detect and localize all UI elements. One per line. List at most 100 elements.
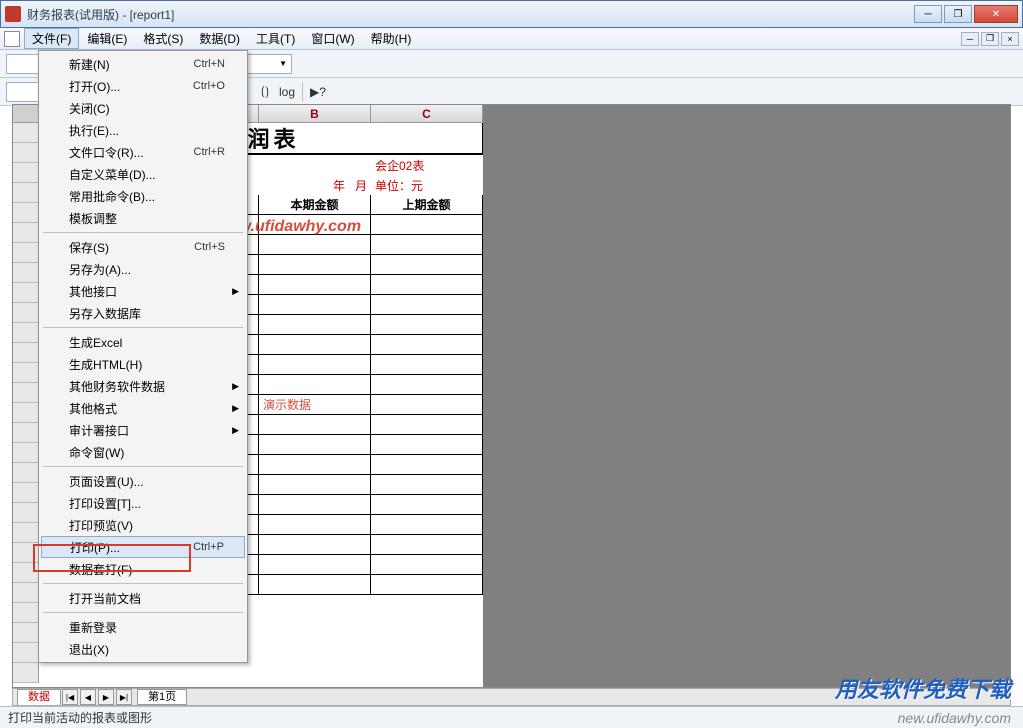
mdi-restore[interactable]: ❐ bbox=[981, 32, 999, 46]
menu-item[interactable]: 打开(O)...Ctrl+O bbox=[41, 75, 245, 97]
cell[interactable] bbox=[371, 555, 483, 575]
menu-file[interactable]: 文件(F) bbox=[24, 28, 79, 49]
row-header[interactable] bbox=[13, 483, 38, 503]
cell[interactable] bbox=[371, 215, 483, 235]
help-pointer-button[interactable]: ▶? bbox=[307, 82, 329, 102]
menu-edit[interactable]: 编辑(E) bbox=[79, 28, 135, 49]
row-header[interactable] bbox=[13, 343, 38, 363]
menu-item[interactable]: 其他财务软件数据▶ bbox=[41, 375, 245, 397]
mdi-minimize[interactable]: ─ bbox=[961, 32, 979, 46]
row-header[interactable] bbox=[13, 143, 38, 163]
cell[interactable] bbox=[371, 455, 483, 475]
cell[interactable] bbox=[259, 235, 371, 255]
menu-item[interactable]: 打印(P)...Ctrl+P bbox=[41, 536, 245, 558]
cell[interactable] bbox=[259, 455, 371, 475]
mdi-close[interactable]: × bbox=[1001, 32, 1019, 46]
cell[interactable] bbox=[371, 275, 483, 295]
menu-item[interactable]: 文件口令(R)...Ctrl+R bbox=[41, 141, 245, 163]
menu-item[interactable]: 生成Excel bbox=[41, 331, 245, 353]
cell[interactable] bbox=[371, 535, 483, 555]
cell[interactable] bbox=[371, 475, 483, 495]
cell[interactable] bbox=[259, 295, 371, 315]
menu-item[interactable]: 审计署接口▶ bbox=[41, 419, 245, 441]
menu-item[interactable]: 另存入数据库 bbox=[41, 302, 245, 324]
row-header[interactable] bbox=[13, 323, 38, 343]
row-header[interactable] bbox=[13, 443, 38, 463]
menu-data[interactable]: 数据(D) bbox=[191, 28, 248, 49]
cell[interactable] bbox=[371, 575, 483, 595]
tab-page1[interactable]: 第1页 bbox=[137, 689, 187, 705]
cell[interactable] bbox=[371, 295, 483, 315]
menu-item[interactable]: 命令窗(W) bbox=[41, 441, 245, 463]
menu-format[interactable]: 格式(S) bbox=[135, 28, 191, 49]
menu-item[interactable]: 其他接口▶ bbox=[41, 280, 245, 302]
menu-item[interactable]: 另存为(A)... bbox=[41, 258, 245, 280]
row-header[interactable] bbox=[13, 223, 38, 243]
cell[interactable] bbox=[259, 215, 371, 235]
cell[interactable] bbox=[371, 255, 483, 275]
menu-item[interactable]: 数据套打(F) bbox=[41, 558, 245, 580]
menu-item[interactable]: 重新登录 bbox=[41, 616, 245, 638]
nav-last[interactable]: ▶| bbox=[116, 689, 132, 705]
row-header[interactable] bbox=[13, 163, 38, 183]
row-header[interactable] bbox=[13, 363, 38, 383]
cell[interactable] bbox=[259, 275, 371, 295]
menu-item[interactable]: 页面设置(U)... bbox=[41, 470, 245, 492]
row-header[interactable] bbox=[13, 603, 38, 623]
menu-item[interactable]: 打印设置[T]... bbox=[41, 492, 245, 514]
menu-tools[interactable]: 工具(T) bbox=[248, 28, 303, 49]
corner-cell[interactable] bbox=[13, 105, 39, 123]
log-button[interactable]: log bbox=[276, 82, 298, 102]
tab-data[interactable]: 数据 bbox=[17, 689, 61, 705]
cell[interactable] bbox=[259, 435, 371, 455]
paren-button[interactable]: ⟮⟯ bbox=[254, 82, 276, 102]
row-header[interactable] bbox=[13, 203, 38, 223]
menu-item[interactable]: 生成HTML(H) bbox=[41, 353, 245, 375]
row-header[interactable] bbox=[13, 243, 38, 263]
menu-item[interactable]: 打开当前文档 bbox=[41, 587, 245, 609]
cell[interactable] bbox=[259, 375, 371, 395]
row-header[interactable] bbox=[13, 383, 38, 403]
menu-item[interactable]: 打印预览(V) bbox=[41, 514, 245, 536]
row-header[interactable] bbox=[13, 543, 38, 563]
cell[interactable] bbox=[371, 235, 483, 255]
close-button[interactable]: ✕ bbox=[974, 5, 1018, 23]
row-header[interactable] bbox=[13, 663, 38, 683]
cell[interactable] bbox=[259, 415, 371, 435]
cell[interactable] bbox=[259, 475, 371, 495]
nav-prev[interactable]: ◀ bbox=[80, 689, 96, 705]
row-header[interactable] bbox=[13, 463, 38, 483]
cell[interactable]: 演示数据 bbox=[259, 395, 371, 415]
cell[interactable] bbox=[259, 255, 371, 275]
nav-next[interactable]: ▶ bbox=[98, 689, 114, 705]
cell[interactable] bbox=[259, 315, 371, 335]
cell[interactable] bbox=[371, 415, 483, 435]
row-header[interactable] bbox=[13, 523, 38, 543]
row-header[interactable] bbox=[13, 623, 38, 643]
menu-item[interactable]: 模板调整 bbox=[41, 207, 245, 229]
menu-item[interactable]: 其他格式▶ bbox=[41, 397, 245, 419]
row-header[interactable] bbox=[13, 583, 38, 603]
row-header[interactable] bbox=[13, 563, 38, 583]
maximize-button[interactable]: ❐ bbox=[944, 5, 972, 23]
cell[interactable] bbox=[259, 535, 371, 555]
cell[interactable] bbox=[371, 515, 483, 535]
cell[interactable] bbox=[259, 355, 371, 375]
cell[interactable] bbox=[371, 355, 483, 375]
row-header[interactable] bbox=[13, 503, 38, 523]
col-header-c[interactable]: C bbox=[371, 105, 483, 122]
minimize-button[interactable]: ─ bbox=[914, 5, 942, 23]
cell[interactable] bbox=[259, 515, 371, 535]
cell[interactable] bbox=[259, 575, 371, 595]
menu-item[interactable]: 退出(X) bbox=[41, 638, 245, 660]
row-header[interactable] bbox=[13, 403, 38, 423]
menu-item[interactable]: 关闭(C) bbox=[41, 97, 245, 119]
menu-item[interactable]: 新建(N)Ctrl+N bbox=[41, 53, 245, 75]
row-header[interactable] bbox=[13, 183, 38, 203]
cell[interactable]: 本期金额 bbox=[259, 195, 371, 215]
row-header[interactable] bbox=[13, 643, 38, 663]
row-header[interactable] bbox=[13, 263, 38, 283]
menu-window[interactable]: 窗口(W) bbox=[303, 28, 362, 49]
row-header[interactable] bbox=[13, 303, 38, 323]
cell[interactable]: 上期金额 bbox=[371, 195, 483, 215]
